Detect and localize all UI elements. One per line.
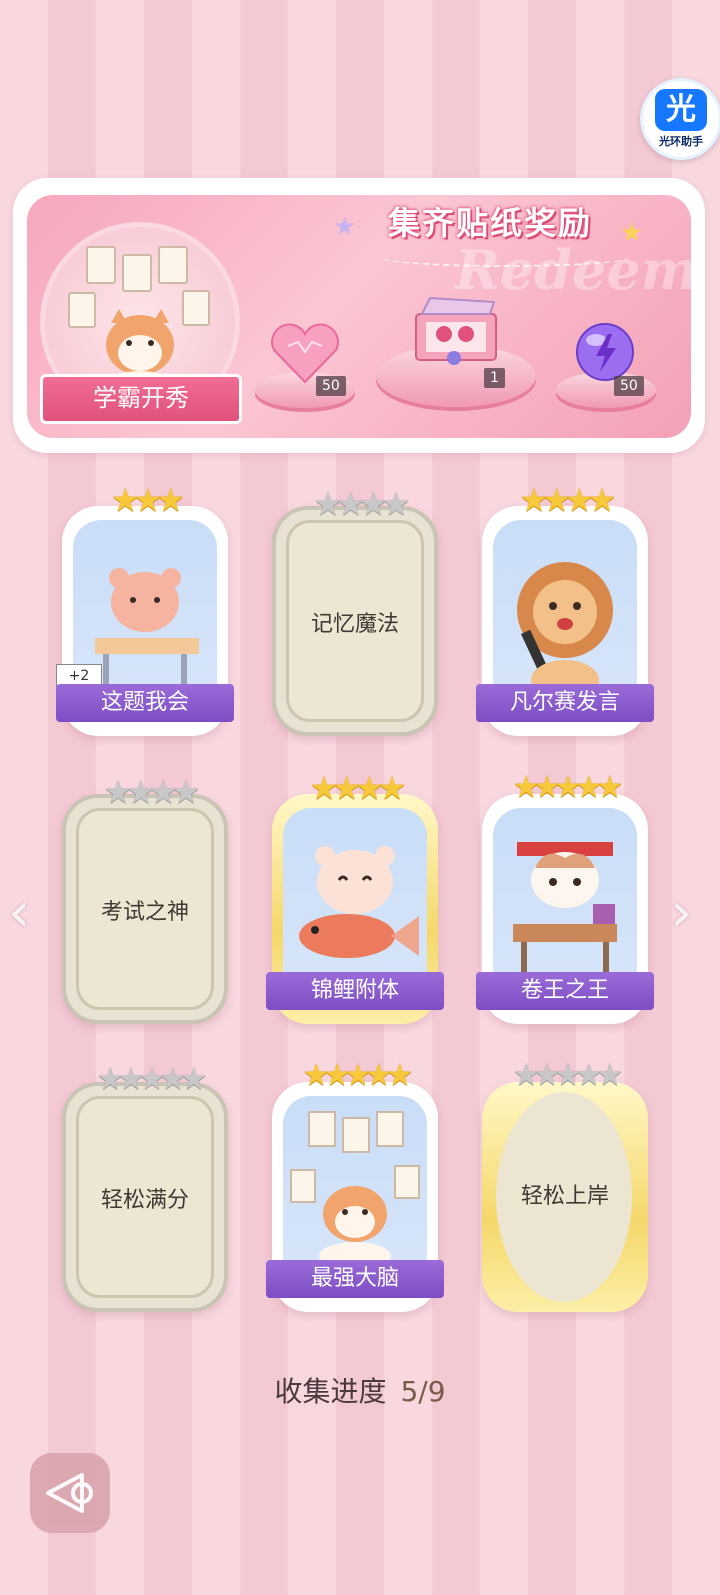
star-rating: ★★★★ [309, 769, 407, 807]
sticker-card[interactable]: ★★★★★ 最强大脑 [266, 1058, 444, 1312]
next-page-arrow-icon[interactable]: › [670, 880, 692, 945]
star-rating: ★★★★★ [512, 1058, 624, 1093]
collection-progress: 收集进度 5/9 [0, 1370, 720, 1410]
reward-count: 50 [316, 376, 346, 396]
star-rating: ★★★★★ [302, 1058, 414, 1093]
prev-page-arrow-icon[interactable]: ‹ [8, 880, 30, 945]
reward-count: 50 [614, 376, 644, 396]
sticker-card[interactable]: ★★★★ 凡尔赛发言 [476, 482, 654, 736]
sticker-card-locked[interactable]: ★★★★ 考试之神 [62, 774, 228, 1024]
star-rating: ★★★★ [313, 485, 411, 523]
progress-value: 5/9 [400, 1375, 446, 1408]
card-label: 轻松上岸 [520, 1184, 609, 1209]
gift-box-icon[interactable] [408, 296, 504, 372]
card-label: 最强大脑 [266, 1260, 444, 1298]
star-decoration-icon: ★ [620, 218, 644, 248]
dashed-divider [380, 247, 630, 267]
card-label: 这题我会 [56, 684, 234, 722]
showcase-label: 学霸开秀 [40, 374, 242, 424]
sticker-card-locked[interactable]: ★★★★★ 轻松上岸 [482, 1058, 648, 1312]
star-rating: ★★★★★ [96, 1062, 208, 1097]
card-label: 记忆魔法 [310, 612, 399, 637]
sticker-card[interactable]: ★★★★ 锦鲤附体 [266, 770, 444, 1024]
card-label: 轻松满分 [100, 1188, 189, 1213]
helper-app-badge[interactable]: 光 光环助手 [640, 78, 720, 160]
card-label: 考试之神 [100, 900, 189, 925]
sticker-card[interactable]: ★★★ +2 这题我会 [56, 482, 234, 736]
sticker-card[interactable]: ★★★★★ 卷王之王 [476, 770, 654, 1024]
back-button[interactable] [30, 1453, 110, 1533]
back-arrow-icon [46, 1473, 93, 1513]
star-decoration-icon: ★ [333, 212, 357, 242]
star-rating: ★★★ [110, 481, 185, 519]
star-rating: ★★★★★ [512, 770, 624, 805]
reward-count: 1 [484, 368, 505, 388]
star-rating: ★★★★ [103, 773, 201, 811]
helper-logo-icon: 光 [655, 89, 707, 131]
star-rating: ★★★★ [519, 481, 617, 519]
sticker-card-locked[interactable]: ★★★★ 记忆魔法 [272, 486, 438, 736]
card-label: 卷王之王 [476, 972, 654, 1010]
helper-caption: 光环助手 [659, 135, 703, 148]
card-label: 锦鲤附体 [266, 972, 444, 1010]
progress-label: 收集进度 [274, 1375, 387, 1408]
card-label: 凡尔赛发言 [476, 684, 654, 722]
reward-title: 集齐贴纸奖励 [387, 204, 592, 242]
sticker-card-locked[interactable]: ★★★★★ 轻松满分 [62, 1062, 228, 1312]
